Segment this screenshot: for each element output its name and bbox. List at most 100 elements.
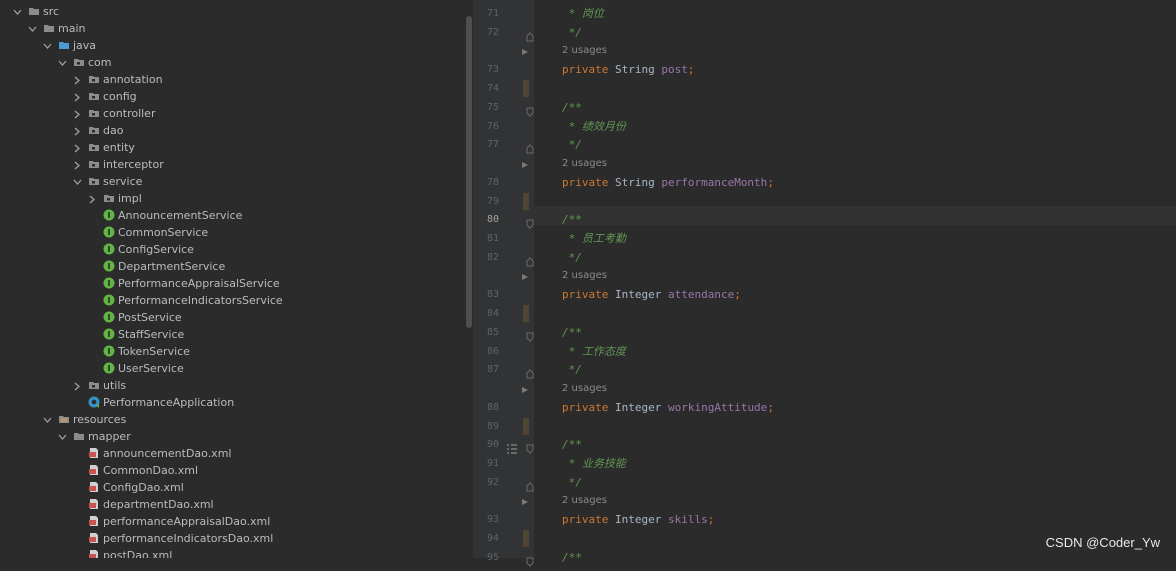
fold-toggle-icon[interactable] [526,364,534,379]
usages-hint[interactable]: 2 usages [562,383,607,395]
code-line[interactable]: * 绩效月份 [562,120,626,133]
fold-marker-icon[interactable] [522,49,528,56]
chevron-right-icon[interactable] [73,381,82,391]
fold-marker-icon[interactable] [522,274,528,281]
tree-item-label: PerformanceApplication [103,396,235,409]
chevron-right-icon[interactable] [73,143,82,153]
code-line[interactable]: */ [562,251,582,264]
chevron-right-icon[interactable] [73,75,82,85]
tree-item[interactable]: java [0,37,466,54]
change-marker[interactable] [523,530,529,548]
code-line[interactable]: /** [562,438,582,451]
code-line[interactable]: /** [562,213,582,226]
implementation-gutter-icon[interactable] [506,439,518,454]
tree-item[interactable]: config [0,88,466,105]
code-line[interactable]: private String performanceMonth; [562,176,774,189]
chevron-right-icon[interactable] [73,109,82,119]
code-line[interactable]: private Integer skills; [562,513,714,526]
project-tree-scrollbar[interactable] [466,16,472,328]
tree-item[interactable]: ConfigService [0,241,466,258]
chevron-down-icon[interactable] [58,432,67,441]
fold-toggle-icon[interactable] [526,27,534,42]
chevron-right-icon[interactable] [73,92,82,102]
code-line[interactable]: /** [562,326,582,339]
code-line[interactable]: /** [562,551,582,564]
code-line[interactable]: */ [562,26,582,39]
code-line[interactable]: private String post; [562,63,694,76]
code-line[interactable]: * 岗位 [562,7,604,20]
tree-item[interactable]: PerformanceApplication [0,394,466,411]
tree-item[interactable]: PerformanceAppraisalService [0,275,466,292]
tree-item[interactable]: dao [0,122,466,139]
tree-item[interactable]: TokenService [0,343,466,360]
usages-hint[interactable]: 2 usages [562,158,607,170]
tree-item[interactable]: postDao.xml [0,547,466,558]
tree-item[interactable]: resources [0,411,466,428]
fold-toggle-icon[interactable] [526,552,534,567]
code-editor[interactable] [534,0,1176,558]
chevron-right-icon[interactable] [88,194,97,204]
usages-hint[interactable]: 2 usages [562,45,607,57]
code-line[interactable]: */ [562,363,582,376]
code-line[interactable]: /** [562,101,582,114]
chevron-down-icon[interactable] [13,7,22,16]
chevron-down-icon[interactable] [43,41,52,50]
tree-item[interactable]: service [0,173,466,190]
code-line[interactable]: private Integer attendance; [562,288,741,301]
tree-item[interactable]: performanceAppraisalDao.xml [0,513,466,530]
tree-item[interactable]: controller [0,105,466,122]
fold-toggle-icon[interactable] [526,139,534,154]
tree-item[interactable]: utils [0,377,466,394]
fold-toggle-icon[interactable] [526,477,534,492]
chevron-down-icon[interactable] [43,415,52,424]
fold-marker-icon[interactable] [522,386,528,393]
fold-toggle-icon[interactable] [526,327,534,342]
tree-item[interactable]: annotation [0,71,466,88]
tree-item[interactable]: interceptor [0,156,466,173]
tree-item[interactable]: DepartmentService [0,258,466,275]
folder-icon [28,5,40,17]
tree-item[interactable]: departmentDao.xml [0,496,466,513]
tree-item[interactable]: announcementDao.xml [0,445,466,462]
usages-hint[interactable]: 2 usages [562,270,607,282]
code-line[interactable]: * 员工考勤 [562,232,626,245]
fold-toggle-icon[interactable] [526,102,534,117]
chevron-right-icon[interactable] [73,160,82,170]
code-line[interactable]: * 工作态度 [562,345,626,358]
tree-item[interactable]: main [0,20,466,37]
fold-marker-icon[interactable] [522,161,528,168]
project-tree[interactable]: src main java com annotation config controller… [0,0,466,558]
tree-item[interactable]: impl [0,190,466,207]
change-marker[interactable] [523,192,529,210]
chevron-right-icon[interactable] [73,126,82,136]
tree-item[interactable]: entity [0,139,466,156]
change-marker[interactable] [523,417,529,435]
tree-item[interactable]: mapper [0,428,466,445]
fold-toggle-icon[interactable] [526,439,534,455]
code-line[interactable]: * 业务技能 [562,457,626,470]
chevron-down-icon[interactable] [58,58,67,67]
tree-item[interactable]: CommonService [0,224,466,241]
fold-marker-icon[interactable] [522,499,528,506]
fold-toggle-icon[interactable] [526,252,534,267]
tree-item[interactable]: com [0,54,466,71]
tree-item[interactable]: src [0,3,466,20]
code-line[interactable]: */ [562,138,582,151]
change-marker[interactable] [523,305,529,323]
tree-item[interactable]: ConfigDao.xml [0,479,466,496]
line-number: 77 [486,139,499,151]
tree-item[interactable]: AnnouncementService [0,207,466,224]
tree-item[interactable]: StaffService [0,326,466,343]
chevron-down-icon[interactable] [73,177,82,186]
change-marker[interactable] [523,80,529,98]
tree-item[interactable]: PostService [0,309,466,326]
chevron-down-icon[interactable] [28,24,37,33]
fold-toggle-icon[interactable] [526,214,534,230]
usages-hint[interactable]: 2 usages [562,495,607,507]
code-line[interactable]: private Integer workingAttitude; [562,401,774,414]
tree-item[interactable]: PerformanceIndicatorsService [0,292,466,309]
tree-item[interactable]: performanceIndicatorsDao.xml [0,530,466,547]
code-line[interactable]: */ [562,476,582,489]
tree-item[interactable]: UserService [0,360,466,377]
tree-item[interactable]: CommonDao.xml [0,462,466,479]
